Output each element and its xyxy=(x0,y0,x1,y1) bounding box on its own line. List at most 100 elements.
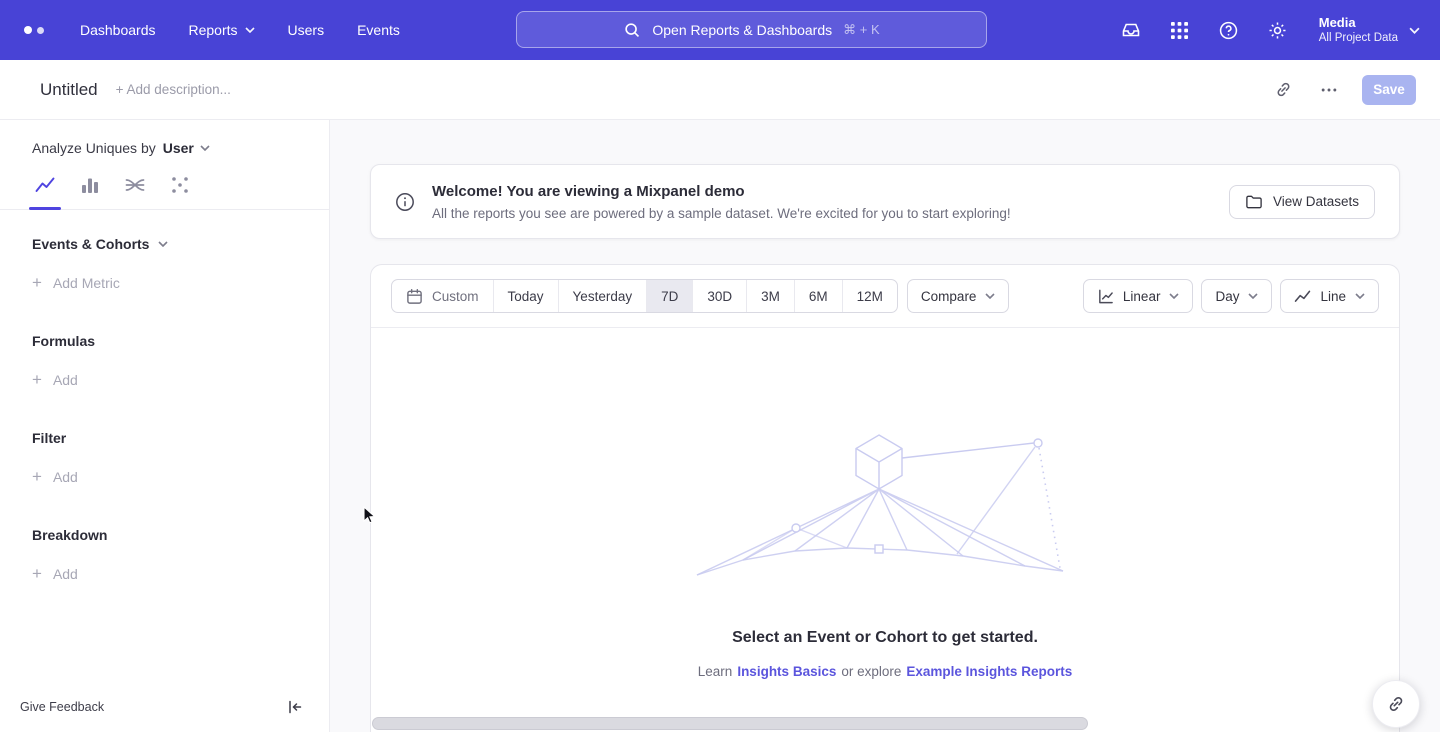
tab-bar-chart[interactable] xyxy=(79,174,101,209)
tab-line-chart[interactable] xyxy=(34,174,56,209)
filter-section-title: Filter xyxy=(32,430,305,446)
collapse-sidebar-icon[interactable] xyxy=(287,699,303,715)
date-range-today[interactable]: Today xyxy=(494,280,559,312)
calendar-icon xyxy=(406,288,423,305)
bar-chart-tab-icon xyxy=(79,174,101,196)
date-range-custom-label: Custom xyxy=(432,289,479,304)
chevron-down-icon xyxy=(1355,293,1365,299)
empty-state-subtitle: Learn Insights Basics or explore Example… xyxy=(698,664,1072,679)
sidebar-footer: Give Feedback xyxy=(0,690,329,732)
add-breakdown-button[interactable]: + Add xyxy=(32,566,305,582)
more-icon[interactable] xyxy=(1316,77,1342,103)
tab-sankey[interactable] xyxy=(124,174,146,209)
query-builder-sidebar: Analyze Uniques by User xyxy=(0,120,330,732)
example-insights-reports-link[interactable]: Example Insights Reports xyxy=(906,664,1072,679)
chevron-down-icon xyxy=(1409,27,1420,34)
add-metric-label: Add Metric xyxy=(53,275,120,291)
learn-prefix: Learn xyxy=(698,664,733,679)
info-icon xyxy=(395,192,415,212)
nav-item-dashboards[interactable]: Dashboards xyxy=(80,22,156,38)
analyze-uniques-row: Analyze Uniques by User xyxy=(32,140,305,156)
link-icon xyxy=(1386,694,1406,714)
search-placeholder: Open Reports & Dashboards xyxy=(652,22,832,38)
date-range-segmented-control: Custom Today Yesterday 7D 30D 3M 6M 12M xyxy=(391,279,898,313)
nav-item-events[interactable]: Events xyxy=(357,22,400,38)
scatter-tab-icon xyxy=(169,174,191,196)
interval-dropdown[interactable]: Day xyxy=(1201,279,1272,313)
scale-dropdown[interactable]: Linear xyxy=(1083,279,1194,313)
link-icon[interactable] xyxy=(1270,77,1296,103)
logo-dot xyxy=(24,26,32,34)
date-range-7d[interactable]: 7D xyxy=(647,280,693,312)
share-link-fab[interactable] xyxy=(1372,680,1420,728)
date-range-12m[interactable]: 12M xyxy=(843,280,897,312)
nav-items: Dashboards Reports Users Events xyxy=(80,22,400,38)
chevron-down-icon xyxy=(1169,293,1179,299)
events-cohorts-section-title[interactable]: Events & Cohorts xyxy=(32,236,305,252)
analyze-label: Analyze Uniques by xyxy=(32,140,156,156)
top-navigation: Dashboards Reports Users Events Open Rep… xyxy=(0,0,1440,60)
line-type-icon xyxy=(1294,290,1311,303)
project-name: Media xyxy=(1319,15,1398,31)
chevron-down-icon xyxy=(245,27,255,33)
breakdown-section-title: Breakdown xyxy=(32,527,305,543)
welcome-title: Welcome! You are viewing a Mixpanel demo xyxy=(432,183,1011,200)
line-chart-tab-icon xyxy=(34,174,56,196)
plus-icon: + xyxy=(32,276,42,290)
date-range-custom[interactable]: Custom xyxy=(392,280,494,312)
global-search[interactable]: Open Reports & Dashboards ⌘ + K xyxy=(516,11,987,48)
project-switcher[interactable]: Media All Project Data xyxy=(1319,15,1420,45)
analyze-by-dropdown[interactable]: User xyxy=(163,140,210,156)
formulas-section-title: Formulas xyxy=(32,333,305,349)
nav-item-reports[interactable]: Reports xyxy=(189,22,255,38)
empty-state: Select an Event or Cohort to get started… xyxy=(371,328,1399,679)
linear-scale-icon xyxy=(1097,288,1114,305)
add-filter-button[interactable]: + Add xyxy=(32,469,305,485)
insights-basics-link[interactable]: Insights Basics xyxy=(737,664,836,679)
or-explore-text: or explore xyxy=(841,664,901,679)
add-breakdown-label: Add xyxy=(53,566,78,582)
project-info: Media All Project Data xyxy=(1319,15,1398,45)
horizontal-scrollbar[interactable] xyxy=(372,717,1088,730)
chart-type-label: Line xyxy=(1320,289,1346,304)
tab-scatter[interactable] xyxy=(169,174,191,209)
date-range-6m[interactable]: 6M xyxy=(795,280,843,312)
add-formula-button[interactable]: + Add xyxy=(32,372,305,388)
chevron-down-icon xyxy=(200,145,210,151)
chart-controls: Linear Day xyxy=(1083,279,1379,313)
add-metric-button[interactable]: + Add Metric xyxy=(32,275,305,291)
search-shortcut: ⌘ + K xyxy=(843,22,880,38)
interval-label: Day xyxy=(1215,289,1239,304)
main-content: Welcome! You are viewing a Mixpanel demo… xyxy=(330,120,1440,732)
report-header: Untitled + Add description... Save xyxy=(0,60,1440,120)
give-feedback-link[interactable]: Give Feedback xyxy=(20,700,104,714)
report-toolbar: Custom Today Yesterday 7D 30D 3M 6M 12M … xyxy=(371,265,1399,328)
events-cohorts-label: Events & Cohorts xyxy=(32,236,149,252)
scale-label: Linear xyxy=(1123,289,1161,304)
chevron-down-icon xyxy=(1248,293,1258,299)
view-datasets-button[interactable]: View Datasets xyxy=(1229,185,1375,219)
chevron-down-icon xyxy=(158,241,168,247)
analyze-by-value: User xyxy=(163,140,194,156)
header-actions: Save xyxy=(1270,75,1416,105)
chart-type-dropdown[interactable]: Line xyxy=(1280,279,1379,313)
save-button[interactable]: Save xyxy=(1362,75,1416,105)
help-icon[interactable] xyxy=(1217,18,1241,42)
report-title[interactable]: Untitled xyxy=(40,80,98,100)
add-formula-label: Add xyxy=(53,372,78,388)
compare-button[interactable]: Compare xyxy=(907,279,1010,313)
date-range-3m[interactable]: 3M xyxy=(747,280,795,312)
apps-grid-icon[interactable] xyxy=(1168,18,1192,42)
mixpanel-logo[interactable] xyxy=(24,26,64,34)
date-range-30d[interactable]: 30D xyxy=(693,280,747,312)
nav-item-users[interactable]: Users xyxy=(288,22,325,38)
plus-icon: + xyxy=(32,567,42,581)
nav-item-reports-label: Reports xyxy=(189,22,238,38)
date-range-yesterday[interactable]: Yesterday xyxy=(559,280,648,312)
inbox-icon[interactable] xyxy=(1119,18,1143,42)
welcome-banner-text: Welcome! You are viewing a Mixpanel demo… xyxy=(432,183,1011,221)
gear-icon[interactable] xyxy=(1266,18,1290,42)
plus-icon: + xyxy=(32,470,42,484)
add-description[interactable]: + Add description... xyxy=(116,82,231,97)
report-card: Custom Today Yesterday 7D 30D 3M 6M 12M … xyxy=(370,264,1400,732)
